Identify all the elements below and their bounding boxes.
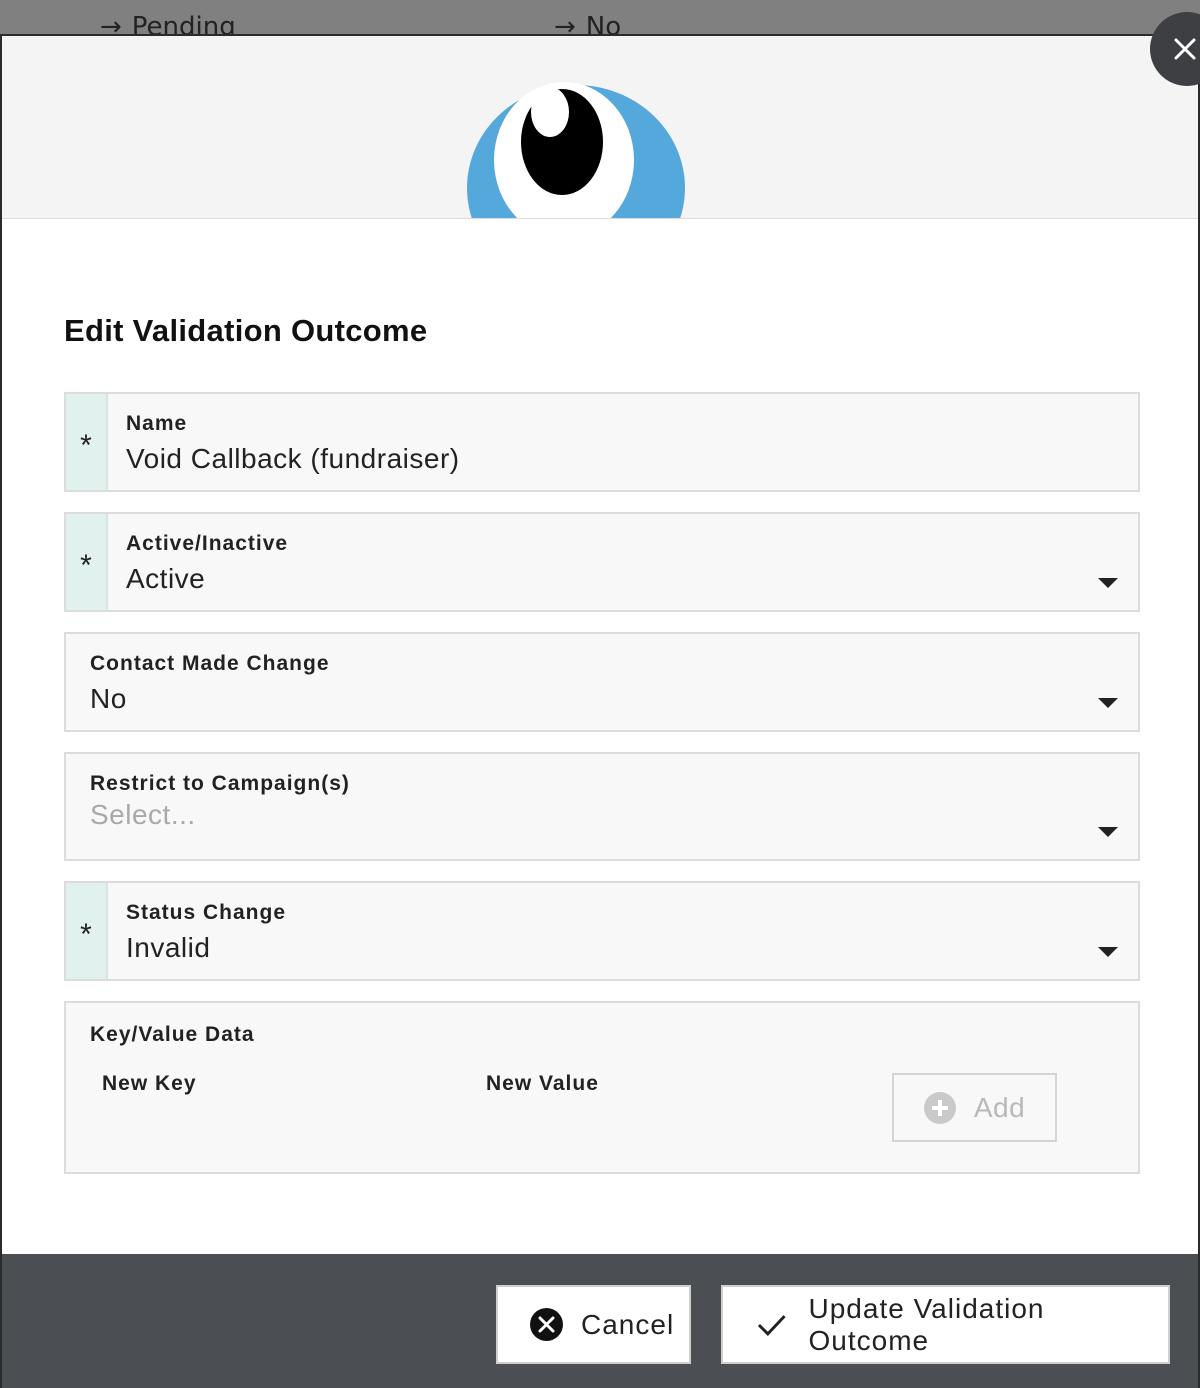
restrict-campaigns-placeholder[interactable]: Select... xyxy=(90,799,1138,831)
active-inactive-select[interactable]: * Active/Inactive Active xyxy=(64,512,1140,612)
update-label: Update Validation Outcome xyxy=(808,1292,1045,1356)
add-key-value-button[interactable]: Add xyxy=(892,1073,1057,1142)
modal-footer: Cancel Update Validation Outcome xyxy=(2,1254,1198,1388)
update-validation-outcome-button[interactable]: Update Validation Outcome xyxy=(721,1285,1170,1364)
chevron-down-icon[interactable] xyxy=(1098,578,1118,588)
plus-circle-icon xyxy=(923,1091,956,1124)
restrict-campaigns-body[interactable]: Restrict to Campaign(s) Select... xyxy=(66,754,1138,859)
status-change-label: Status Change xyxy=(126,901,287,924)
contact-made-change-value: No xyxy=(90,683,127,714)
name-field[interactable]: * Name Void Callback (fundraiser) xyxy=(64,392,1140,492)
restrict-campaigns-select[interactable]: Restrict to Campaign(s) Select... xyxy=(64,752,1140,861)
background-page: → Pending → No xyxy=(0,0,1200,36)
new-value-label: New Value xyxy=(486,1072,599,1095)
name-label: Name xyxy=(126,412,188,435)
required-marker: * xyxy=(66,394,108,490)
cancel-label: Cancel xyxy=(581,1308,675,1340)
cancel-circle-icon xyxy=(530,1308,563,1341)
required-marker: * xyxy=(66,883,108,979)
chevron-down-icon[interactable] xyxy=(1098,947,1118,957)
background-item-no: → No xyxy=(554,12,622,36)
chevron-down-icon[interactable] xyxy=(1098,827,1118,837)
chevron-down-icon[interactable] xyxy=(1098,698,1118,708)
new-key-label: New Key xyxy=(102,1072,197,1095)
modal-title: Edit Validation Outcome xyxy=(64,313,428,348)
status-change-value: Invalid xyxy=(126,932,211,963)
check-icon xyxy=(757,1314,786,1336)
active-inactive-value: Active xyxy=(126,563,206,594)
modal-header xyxy=(2,36,1198,219)
restrict-campaigns-label: Restrict to Campaign(s) xyxy=(90,772,350,795)
contact-made-change-label: Contact Made Change xyxy=(90,652,330,675)
key-value-section: Key/Value Data New Key New Value Add xyxy=(64,1001,1140,1174)
status-change-select[interactable]: * Status Change Invalid xyxy=(64,881,1140,981)
cancel-button[interactable]: Cancel xyxy=(496,1285,691,1364)
add-label: Add xyxy=(973,1091,1026,1123)
edit-validation-outcome-modal: Edit Validation Outcome * Name Void Call… xyxy=(0,34,1200,1388)
required-marker: * xyxy=(66,514,108,610)
background-item-pending: → Pending xyxy=(100,12,236,36)
name-input[interactable]: Void Callback (fundraiser) xyxy=(126,443,1138,475)
contact-made-change-body[interactable]: Contact Made Change No xyxy=(66,634,1138,730)
active-inactive-label: Active/Inactive xyxy=(126,532,289,555)
name-field-body[interactable]: Name Void Callback (fundraiser) xyxy=(108,394,1138,490)
contact-made-change-select[interactable]: Contact Made Change No xyxy=(64,632,1140,732)
key-value-label: Key/Value Data xyxy=(90,1023,255,1046)
eye-logo xyxy=(467,82,685,218)
status-change-body[interactable]: Status Change Invalid xyxy=(108,883,1138,979)
close-icon xyxy=(1174,38,1196,60)
active-inactive-body[interactable]: Active/Inactive Active xyxy=(108,514,1138,610)
